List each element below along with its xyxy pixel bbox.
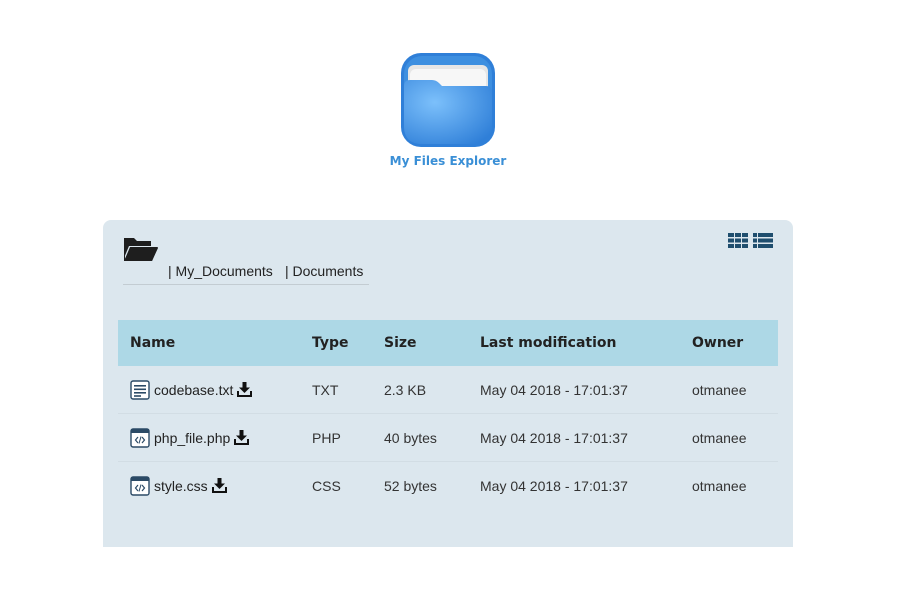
table-row[interactable]: php_file.php PHP 40 bytes May 04 2018 - … [118,413,778,462]
file-browser-panel: | My_Documents | Documents Name Type Siz… [103,220,793,547]
files-table: Name Type Size Last modification Owner c… [118,320,778,509]
file-name-link[interactable]: php_file.php [154,430,230,446]
table-row[interactable]: codebase.txt TXT 2.3 KB May 04 2018 - 17… [118,366,778,414]
file-name-link[interactable]: codebase.txt [154,382,233,398]
column-header-last-modification[interactable]: Last modification [468,320,680,366]
download-icon[interactable] [237,382,253,397]
grid-view-icon[interactable] [728,233,748,248]
folder-open-icon [124,238,158,261]
download-icon[interactable] [234,430,250,445]
file-modified-cell: May 04 2018 - 17:01:37 [468,366,680,414]
column-header-name[interactable]: Name [118,320,300,366]
code-file-icon [130,475,150,496]
file-name-cell: style.css [118,462,300,510]
file-type-cell: TXT [300,366,372,414]
download-icon[interactable] [211,478,227,493]
file-modified-cell: May 04 2018 - 17:01:37 [468,413,680,462]
breadcrumb-my-documents[interactable]: | My_Documents [168,263,273,279]
file-owner-cell: otmanee [680,413,778,462]
app-title: My Files Explorer [389,154,507,168]
file-owner-cell: otmanee [680,366,778,414]
list-view-icon[interactable] [753,233,773,248]
code-file-icon [130,427,150,448]
file-type-cell: CSS [312,477,341,494]
view-toggles [728,233,773,249]
breadcrumb-documents[interactable]: | Documents [285,263,363,279]
file-size-cell: 2.3 KB [372,366,468,414]
table-row[interactable]: style.css CSS 52 bytes May 04 2018 - 17:… [118,462,778,510]
breadcrumb: | My_Documents | Documents [123,236,369,285]
file-modified-cell: May 04 2018 - 17:01:37 [480,477,628,494]
column-header-size[interactable]: Size [372,320,468,366]
text-file-icon [130,379,150,400]
file-name-cell: php_file.php [118,413,300,462]
file-size-cell: 40 bytes [372,413,468,462]
app-logo [0,52,896,153]
file-type-cell: PHP [300,413,372,462]
column-header-owner[interactable]: Owner [680,320,778,366]
folder-app-icon [401,53,495,147]
table-header-row: Name Type Size Last modification Owner [118,320,778,366]
column-header-type[interactable]: Type [300,320,372,366]
file-size-cell: 52 bytes [384,477,437,494]
file-name-link[interactable]: style.css [154,478,208,494]
file-name-cell: codebase.txt [118,366,300,414]
file-owner-cell: otmanee [692,477,747,494]
